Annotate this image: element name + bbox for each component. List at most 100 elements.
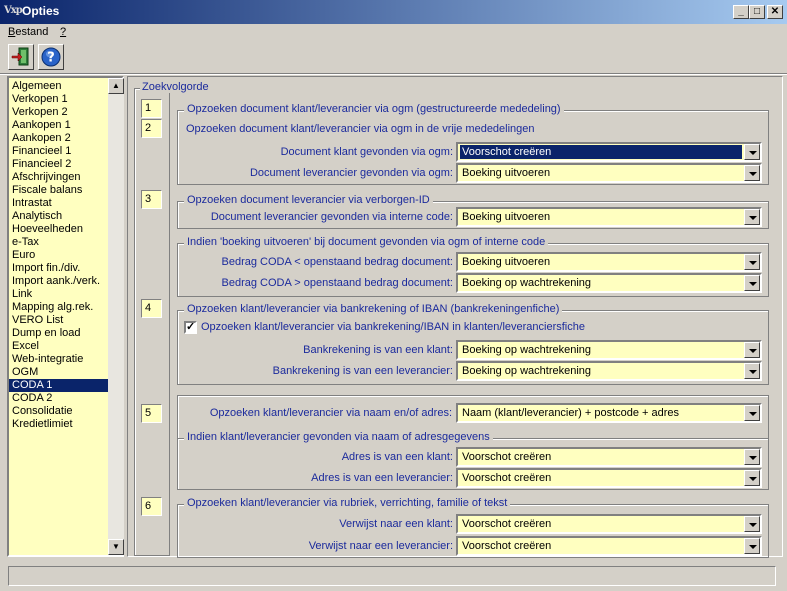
nav-item[interactable]: Euro xyxy=(12,249,108,262)
rubriek-lev-label: Verwijst naar een leverancier: xyxy=(308,540,453,552)
verborgen-id-title: Opzoeken document leverancier via verbor… xyxy=(184,194,433,206)
rubriek-klant-value: Voorschot creëren xyxy=(462,518,552,530)
chevron-down-icon[interactable] xyxy=(744,144,760,160)
bankrekening-checkbox-label[interactable]: Opzoeken klant/leverancier via bankreken… xyxy=(201,321,585,333)
chevron-down-icon[interactable] xyxy=(744,209,760,225)
rubriek-lev-value: Voorschot creëren xyxy=(462,540,552,552)
nav-item[interactable]: Import aank./verk. xyxy=(12,275,108,288)
nav-item[interactable]: Intrastat xyxy=(12,197,108,210)
nav-item[interactable]: Hoeveelheden xyxy=(12,223,108,236)
menu-bar: Bestand ? xyxy=(0,24,787,42)
nav-item[interactable]: Verkopen 2 xyxy=(12,106,108,119)
nav-item[interactable]: Verkopen 1 xyxy=(12,93,108,106)
chevron-down-icon[interactable] xyxy=(744,254,760,270)
chevron-down-icon[interactable] xyxy=(744,538,760,554)
nav-item[interactable]: Aankopen 2 xyxy=(12,132,108,145)
adres-lev-select[interactable]: Voorschot creëren xyxy=(456,468,762,488)
search-order-label: Zoekvolgorde xyxy=(140,81,211,93)
nav-item[interactable]: Fiscale balans xyxy=(12,184,108,197)
ogm-lev-select[interactable]: Boeking uitvoeren xyxy=(456,163,762,183)
boeking-uitvoeren-title: Indien 'boeking uitvoeren' bij document … xyxy=(184,236,549,248)
adres-sub-title: Indien klant/leverancier gevonden via na… xyxy=(184,431,493,443)
nav-item[interactable]: OGM xyxy=(12,366,108,379)
chevron-down-icon[interactable] xyxy=(744,449,760,465)
nav-item[interactable]: Afschrijvingen xyxy=(12,171,108,184)
svg-text:?: ? xyxy=(47,51,55,66)
nav-item[interactable]: Excel xyxy=(12,340,108,353)
rubriek-klant-select[interactable]: Voorschot creëren xyxy=(456,514,762,534)
chevron-down-icon[interactable] xyxy=(744,342,760,358)
exit-button[interactable] xyxy=(8,44,34,70)
nav-item[interactable]: Analytisch xyxy=(12,210,108,223)
nav-item[interactable]: e-Tax xyxy=(12,236,108,249)
bankrekening-title: Opzoeken klant/leverancier via bankreken… xyxy=(184,303,563,315)
search-order-6[interactable]: 6 xyxy=(141,497,162,516)
bank-lev-label: Bankrekening is van een leverancier: xyxy=(272,365,453,377)
help-button[interactable]: ? xyxy=(38,44,64,70)
search-order-5[interactable]: 5 xyxy=(141,404,162,423)
verborgen-id-lev-value: Boeking uitvoeren xyxy=(462,211,551,223)
verborgen-id-lev-select[interactable]: Boeking uitvoeren xyxy=(456,207,762,227)
bank-klant-value: Boeking op wachtrekening xyxy=(462,344,592,356)
maximize-button[interactable]: □ xyxy=(749,5,765,19)
adres-klant-select[interactable]: Voorschot creëren xyxy=(456,447,762,467)
search-order-1[interactable]: 1 xyxy=(141,99,162,118)
window-title: Opties xyxy=(22,4,60,18)
nav-item[interactable]: Web-integratie xyxy=(12,353,108,366)
ogm-klant-value: Voorschot creëren xyxy=(460,145,742,159)
rubriek-klant-label: Verwijst naar een klant: xyxy=(339,518,453,530)
nav-item[interactable]: CODA 1 xyxy=(9,379,108,392)
bank-lev-select[interactable]: Boeking op wachtrekening xyxy=(456,361,762,381)
nav-item[interactable]: Financieel 2 xyxy=(12,158,108,171)
nav-item[interactable]: Mapping alg.rek. xyxy=(12,301,108,314)
help-icon: ? xyxy=(41,47,61,67)
chevron-down-icon[interactable] xyxy=(744,165,760,181)
nav-item[interactable]: Import fin./div. xyxy=(12,262,108,275)
nav-item[interactable]: CODA 2 xyxy=(12,392,108,405)
close-button[interactable]: ✕ xyxy=(767,5,783,19)
chevron-down-icon[interactable] xyxy=(744,275,760,291)
bedrag-groter-select[interactable]: Boeking op wachtrekening xyxy=(456,273,762,293)
nav-item[interactable]: Kredietlimiet xyxy=(12,418,108,431)
bank-klant-select[interactable]: Boeking op wachtrekening xyxy=(456,340,762,360)
title-bar[interactable]: Vxp Opties _ □ ✕ xyxy=(0,0,787,24)
nav-item[interactable]: Consolidatie xyxy=(12,405,108,418)
bedrag-kleiner-value: Boeking uitvoeren xyxy=(462,256,551,268)
search-order-2[interactable]: 2 xyxy=(141,119,162,138)
naam-adres-value: Naam (klant/leverancier) + postcode + ad… xyxy=(462,407,680,419)
options-list-scrollbar[interactable]: ▲ ▼ xyxy=(108,78,124,555)
menu-bestand[interactable]: Bestand xyxy=(8,26,48,38)
options-list-items: Algemeen Verkopen 1 Verkopen 2 Aankopen 1 Aa… xyxy=(9,78,108,555)
minimize-button[interactable]: _ xyxy=(733,5,749,19)
verborgen-id-lev-label: Document leverancier gevonden via intern… xyxy=(210,211,453,223)
adres-lev-value: Voorschot creëren xyxy=(462,472,552,484)
ogm-free-text-label: Opzoeken document klant/leverancier via … xyxy=(186,123,535,135)
chevron-down-icon[interactable] xyxy=(744,470,760,486)
nav-item[interactable]: Link xyxy=(12,288,108,301)
ogm-group-title: Opzoeken document klant/leverancier via … xyxy=(184,103,564,115)
search-order-4[interactable]: 4 xyxy=(141,299,162,318)
bedrag-kleiner-select[interactable]: Boeking uitvoeren xyxy=(456,252,762,272)
nav-item[interactable]: Dump en load xyxy=(12,327,108,340)
menu-help[interactable]: ? xyxy=(60,26,66,38)
naam-adres-select[interactable]: Naam (klant/leverancier) + postcode + ad… xyxy=(456,403,762,423)
status-bar xyxy=(8,566,776,586)
rubriek-lev-select[interactable]: Voorschot creëren xyxy=(456,536,762,556)
ogm-klant-select[interactable]: Voorschot creëren xyxy=(456,142,762,162)
search-order-group xyxy=(134,88,170,556)
scroll-up-icon[interactable]: ▲ xyxy=(108,78,124,94)
nav-item[interactable]: Financieel 1 xyxy=(12,145,108,158)
bedrag-kleiner-label: Bedrag CODA < openstaand bedrag document… xyxy=(221,256,453,268)
rubriek-title: Opzoeken klant/leverancier via rubriek, … xyxy=(184,497,511,509)
nav-item[interactable]: VERO List xyxy=(12,314,108,327)
chevron-down-icon[interactable] xyxy=(744,405,760,421)
options-list[interactable]: Algemeen Verkopen 1 Verkopen 2 Aankopen 1 Aa… xyxy=(7,76,124,557)
nav-item[interactable]: Aankopen 1 xyxy=(12,119,108,132)
bankrekening-checkbox[interactable]: ✓ xyxy=(184,321,197,334)
bedrag-groter-value: Boeking op wachtrekening xyxy=(462,277,592,289)
search-order-3[interactable]: 3 xyxy=(141,190,162,209)
scroll-down-icon[interactable]: ▼ xyxy=(108,539,124,555)
chevron-down-icon[interactable] xyxy=(744,516,760,532)
chevron-down-icon[interactable] xyxy=(744,363,760,379)
nav-item[interactable]: Algemeen xyxy=(12,80,108,93)
